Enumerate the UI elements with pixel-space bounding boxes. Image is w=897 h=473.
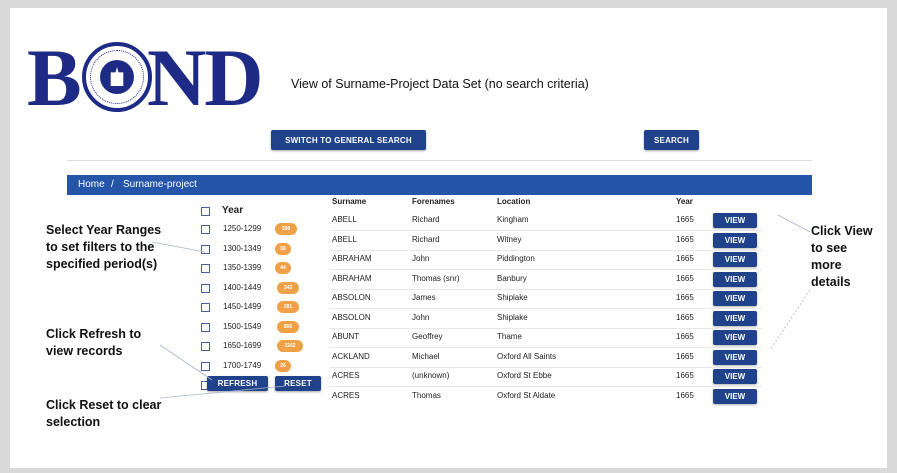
annotation-connectors (151, 214, 811, 399)
connector-view-bottom (769, 289, 811, 351)
connector-year (151, 241, 206, 253)
connector-refresh (159, 344, 213, 381)
connector-view-top (777, 214, 811, 233)
connector-reset (159, 385, 286, 399)
